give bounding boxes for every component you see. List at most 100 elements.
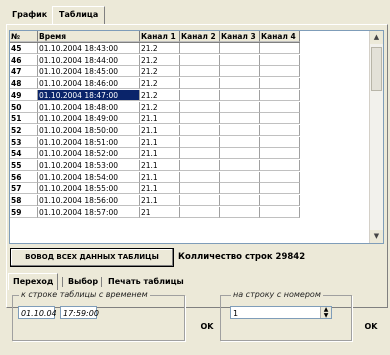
row-channel-1-cell[interactable]: 21.1 (140, 171, 180, 183)
row-channel-3-cell[interactable] (220, 113, 260, 125)
row-channel-3-cell[interactable] (220, 54, 260, 66)
col-header-channel-4[interactable]: Канал 4 (260, 31, 300, 42)
row-time-cell[interactable]: 01.10.2004 18:57:00 (38, 206, 140, 218)
col-header-number[interactable]: № (10, 31, 38, 42)
row-number-cell[interactable]: 48 (10, 78, 38, 90)
row-channel-4-cell[interactable] (260, 171, 300, 183)
row-number-cell[interactable]: 55 (10, 160, 38, 171)
row-channel-1-cell[interactable]: 21.1 (140, 148, 180, 160)
row-time-cell[interactable]: 01.10.2004 18:45:00 (38, 66, 140, 78)
row-channel-2-cell[interactable] (180, 89, 220, 101)
tab-goto[interactable]: Переход (8, 273, 59, 290)
row-channel-3-cell[interactable] (220, 124, 260, 136)
row-channel-1-cell[interactable]: 21.2 (140, 101, 180, 113)
vertical-scrollbar[interactable]: ▲ ▼ (369, 31, 383, 243)
row-channel-3-cell[interactable] (220, 66, 260, 78)
row-channel-4-cell[interactable] (260, 124, 300, 136)
row-channel-2-cell[interactable] (180, 136, 220, 148)
row-channel-2-cell[interactable] (180, 66, 220, 78)
row-number-cell[interactable]: 53 (10, 136, 38, 148)
row-channel-4-cell[interactable] (260, 78, 300, 90)
tab-print-table[interactable]: Печать таблицы (104, 275, 188, 288)
col-header-channel-1[interactable]: Канал 1 (140, 31, 180, 42)
table-row[interactable]: 52 01.10.2004 18:50:00 21.1 (10, 124, 300, 136)
row-time-cell[interactable]: 01.10.2004 18:52:00 (38, 148, 140, 160)
row-channel-1-cell[interactable]: 21.1 (140, 113, 180, 125)
row-channel-2-cell[interactable] (180, 43, 220, 54)
row-time-cell[interactable]: 01.10.2004 18:53:00 (38, 160, 140, 171)
row-channel-1-cell[interactable]: 21.1 (140, 136, 180, 148)
table-row[interactable]: 45 01.10.2004 18:43:00 21.2 (10, 43, 300, 54)
row-time-cell[interactable]: 01.10.2004 18:51:00 (38, 136, 140, 148)
row-number-cell[interactable]: 50 (10, 101, 38, 113)
tab-select[interactable]: Выбор (64, 275, 102, 288)
goto-time-ok-button[interactable]: OK (196, 320, 218, 334)
row-channel-4-cell[interactable] (260, 43, 300, 54)
output-all-data-button[interactable]: ВОВОД ВСЕХ ДАННЫХ ТАБЛИЦЫ (10, 248, 174, 267)
row-number-cell[interactable]: 57 (10, 183, 38, 195)
row-channel-4-cell[interactable] (260, 160, 300, 171)
row-number-cell[interactable]: 45 (10, 43, 38, 54)
row-time-cell[interactable]: 01.10.2004 18:46:00 (38, 78, 140, 90)
row-channel-1-cell[interactable]: 21.2 (140, 66, 180, 78)
table-row[interactable]: 50 01.10.2004 18:48:00 21.2 (10, 101, 300, 113)
row-channel-2-cell[interactable] (180, 54, 220, 66)
row-channel-4-cell[interactable] (260, 206, 300, 218)
time-field[interactable]: 17:59:00 (60, 306, 99, 319)
row-channel-2-cell[interactable] (180, 195, 220, 207)
col-header-channel-3[interactable]: Канал 3 (220, 31, 260, 42)
row-number-field[interactable]: 1 ▲ ▼ (230, 306, 332, 319)
row-channel-1-cell[interactable]: 21 (140, 206, 180, 218)
data-grid[interactable]: № Время Канал 1 Канал 2 Канал 3 Канал 4 … (9, 30, 384, 244)
row-channel-4-cell[interactable] (260, 113, 300, 125)
table-row[interactable]: 59 01.10.2004 18:57:00 21 (10, 206, 300, 218)
scroll-thumb[interactable] (371, 47, 382, 91)
row-number-cell[interactable]: 56 (10, 171, 38, 183)
col-header-time[interactable]: Время (38, 31, 140, 42)
row-channel-3-cell[interactable] (220, 136, 260, 148)
row-channel-2-cell[interactable] (180, 206, 220, 218)
row-number-cell[interactable]: 46 (10, 54, 38, 66)
row-channel-1-cell[interactable]: 21.2 (140, 43, 180, 54)
row-channel-1-cell[interactable]: 21.2 (140, 78, 180, 90)
tab-table[interactable]: Таблица (52, 6, 106, 25)
row-number-cell[interactable]: 52 (10, 124, 38, 136)
row-channel-2-cell[interactable] (180, 113, 220, 125)
tab-graph[interactable]: График (12, 8, 47, 22)
row-channel-1-cell[interactable]: 21.2 (140, 54, 180, 66)
row-number-cell[interactable]: 51 (10, 113, 38, 125)
row-channel-3-cell[interactable] (220, 206, 260, 218)
row-channel-3-cell[interactable] (220, 171, 260, 183)
row-channel-3-cell[interactable] (220, 148, 260, 160)
row-channel-1-cell[interactable]: 21.1 (140, 195, 180, 207)
table-row[interactable]: 56 01.10.2004 18:54:00 21.1 (10, 171, 300, 183)
row-channel-3-cell[interactable] (220, 78, 260, 90)
row-number-cell[interactable]: 58 (10, 195, 38, 207)
table-row[interactable]: 53 01.10.2004 18:51:00 21.1 (10, 136, 300, 148)
table-row[interactable]: 58 01.10.2004 18:56:00 21.1 (10, 195, 300, 207)
row-time-cell[interactable]: 01.10.2004 18:50:00 (38, 124, 140, 136)
row-time-cell[interactable]: 01.10.2004 18:48:00 (38, 101, 140, 113)
date-field[interactable]: 01.10.04 (18, 306, 57, 319)
row-channel-3-cell[interactable] (220, 101, 260, 113)
row-channel-4-cell[interactable] (260, 183, 300, 195)
row-time-cell[interactable]: 01.10.2004 18:43:00 (38, 43, 140, 54)
row-time-cell[interactable]: 01.10.2004 18:44:00 (38, 54, 140, 66)
table-row[interactable]: 54 01.10.2004 18:52:00 21.1 (10, 148, 300, 160)
row-time-cell[interactable]: 01.10.2004 18:47:00 (38, 89, 140, 101)
row-channel-4-cell[interactable] (260, 195, 300, 207)
row-channel-4-cell[interactable] (260, 136, 300, 148)
row-channel-2-cell[interactable] (180, 160, 220, 171)
col-header-channel-2[interactable]: Канал 2 (180, 31, 220, 42)
row-number-cell[interactable]: 47 (10, 66, 38, 78)
row-channel-2-cell[interactable] (180, 101, 220, 113)
row-channel-2-cell[interactable] (180, 148, 220, 160)
table-row[interactable]: 57 01.10.2004 18:55:00 21.1 (10, 183, 300, 195)
row-channel-1-cell[interactable]: 21.1 (140, 183, 180, 195)
row-channel-4-cell[interactable] (260, 89, 300, 101)
scroll-up-icon[interactable]: ▲ (370, 31, 383, 44)
row-number-cell[interactable]: 49 (10, 89, 38, 101)
row-channel-2-cell[interactable] (180, 124, 220, 136)
table-row[interactable]: 51 01.10.2004 18:49:00 21.1 (10, 113, 300, 125)
row-channel-1-cell[interactable]: 21.2 (140, 89, 180, 101)
